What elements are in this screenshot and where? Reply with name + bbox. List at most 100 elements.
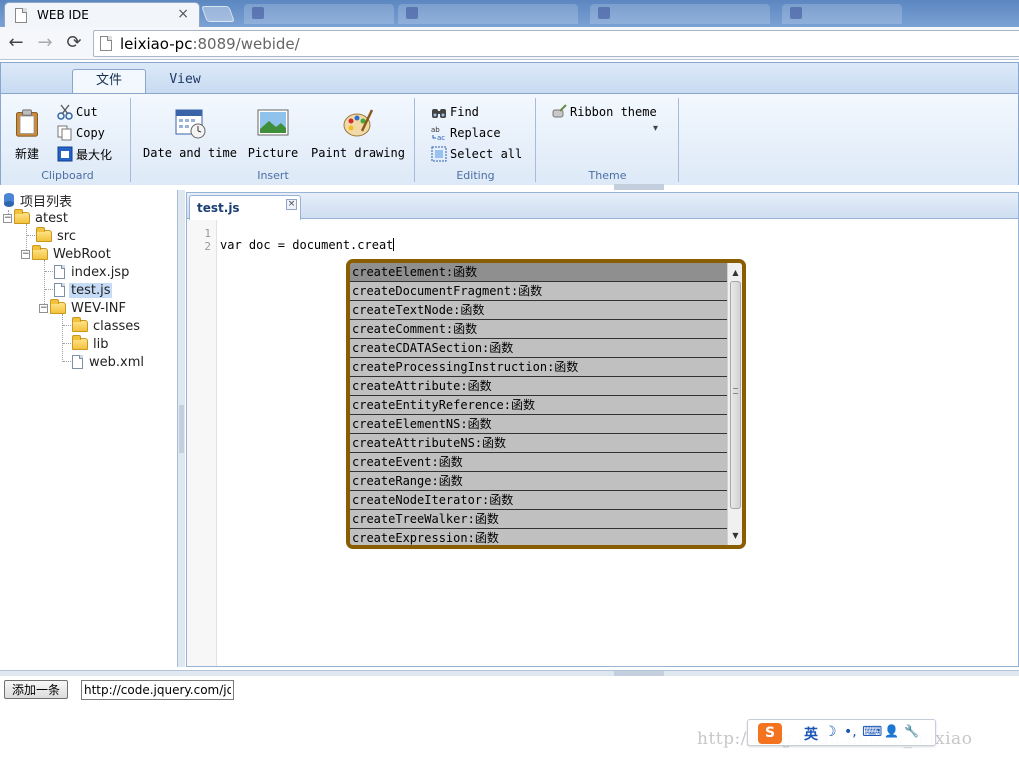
autocomplete-item[interactable]: createNodeIterator:函数 xyxy=(350,491,727,510)
chevron-down-icon[interactable]: ▾ xyxy=(653,123,658,134)
ribbon-group-label: Theme xyxy=(588,169,627,182)
panel-splitter[interactable] xyxy=(178,190,185,667)
autocomplete-item[interactable]: createAttribute:函数 xyxy=(350,377,727,396)
ribbon-theme-label: Ribbon theme xyxy=(570,105,657,119)
add-entry-button[interactable]: 添加一条 xyxy=(4,680,68,699)
browser-tab-background[interactable] xyxy=(398,4,578,24)
tree-root-label: 项目列表 xyxy=(20,194,73,210)
tree-node-classes[interactable]: classes xyxy=(72,317,142,335)
binoculars-icon xyxy=(432,109,446,118)
code-text: var doc = document.creat xyxy=(220,238,394,252)
ime-language-toggle[interactable]: 英 xyxy=(804,724,818,744)
ribbon-group-theme: Ribbon theme ▾ Theme xyxy=(537,98,679,182)
maximize-button[interactable]: 最大化 xyxy=(57,145,112,163)
forward-arrow-icon[interactable]: → xyxy=(34,32,56,54)
reload-icon[interactable]: ⟳ xyxy=(63,32,85,54)
new-button[interactable]: 新建 xyxy=(9,108,45,162)
text-caret xyxy=(393,238,395,251)
scrollbar-thumb[interactable] xyxy=(730,281,741,509)
database-icon xyxy=(4,193,14,207)
close-icon[interactable]: × xyxy=(286,199,297,210)
favicon-icon xyxy=(598,7,610,19)
tree-connector xyxy=(27,235,35,236)
autocomplete-item-selected[interactable]: createElement:函数 xyxy=(350,263,727,282)
browser-tab-background[interactable] xyxy=(590,4,770,24)
tree-node-label: lib xyxy=(93,336,109,352)
scroll-grip-icon xyxy=(733,388,738,394)
user-icon[interactable]: 👤 xyxy=(884,724,899,738)
moon-icon[interactable]: ☽ xyxy=(824,724,837,740)
ribbon-resize-handle[interactable] xyxy=(614,184,664,190)
autocomplete-item[interactable]: createComment:函数 xyxy=(350,320,727,339)
sogou-logo-icon[interactable]: S xyxy=(758,723,782,744)
browser-tab-background[interactable] xyxy=(782,4,902,24)
autocomplete-scrollbar[interactable]: ▲ ▼ xyxy=(727,263,742,545)
tree-node-label: src xyxy=(57,228,76,244)
divider-grip[interactable] xyxy=(614,671,664,676)
select-all-button[interactable]: Select all xyxy=(431,145,522,163)
autocomplete-item[interactable]: createProcessingInstruction:函数 xyxy=(350,358,727,377)
browser-tab-title: WEB IDE xyxy=(37,8,89,22)
bottom-divider[interactable] xyxy=(0,670,1019,676)
collapse-icon[interactable]: − xyxy=(21,249,30,259)
paint-drawing-button[interactable]: Paint drawing xyxy=(310,107,406,160)
autocomplete-item[interactable]: createTreeWalker:函数 xyxy=(350,510,727,529)
collapse-icon[interactable]: − xyxy=(39,303,48,313)
tree-node-label: WebRoot xyxy=(53,246,111,262)
splitter-grip[interactable] xyxy=(179,405,184,453)
browser-tab-close-icon[interactable]: × xyxy=(177,6,189,22)
tree-node-src[interactable]: src xyxy=(36,227,78,245)
address-bar[interactable]: leixiao-pc:8089/webide/ xyxy=(93,30,1019,57)
wrench-icon[interactable]: 🔧 xyxy=(904,724,919,738)
autocomplete-item[interactable]: createEvent:函数 xyxy=(350,453,727,472)
replace-button[interactable]: ab ac Replace xyxy=(431,124,501,142)
browser-tab-background[interactable] xyxy=(244,4,394,24)
ribbon-tab-file[interactable]: 文件 xyxy=(72,69,146,93)
favicon-icon xyxy=(406,7,418,19)
back-arrow-icon[interactable]: ← xyxy=(5,32,27,54)
keyboard-icon[interactable]: ⌨ xyxy=(862,724,882,740)
find-label: Find xyxy=(450,105,479,119)
file-icon xyxy=(72,355,83,369)
url-text: leixiao-pc:8089/webide/ xyxy=(120,35,300,53)
scroll-up-icon[interactable]: ▲ xyxy=(728,265,742,280)
editor-tab-test-js[interactable]: test.js × xyxy=(189,195,301,220)
ribbon-group-insert: Date and time Picture Paint drawing Inse… xyxy=(132,98,415,182)
picture-button[interactable]: Picture xyxy=(246,107,300,160)
cut-button[interactable]: Cut xyxy=(57,103,98,121)
page-icon xyxy=(100,36,112,51)
autocomplete-item[interactable]: createEntityReference:函数 xyxy=(350,396,727,415)
autocomplete-item[interactable]: createCDATASection:函数 xyxy=(350,339,727,358)
favicon-icon xyxy=(252,7,264,19)
autocomplete-item[interactable]: createDocumentFragment:函数 xyxy=(350,282,727,301)
tree-node-test-js[interactable]: test.js xyxy=(54,281,113,299)
autocomplete-item[interactable]: createAttributeNS:函数 xyxy=(350,434,727,453)
tree-node-atest[interactable]: − atest xyxy=(3,209,70,227)
browser-tab-web-ide[interactable]: WEB IDE × xyxy=(4,2,200,27)
autocomplete-popup: createElement:函数 createDocumentFragment:… xyxy=(346,259,746,549)
collapse-icon[interactable]: − xyxy=(3,213,12,223)
scroll-down-icon[interactable]: ▼ xyxy=(728,528,742,543)
punctuation-icon[interactable]: •, xyxy=(844,724,857,740)
tree-node-lib[interactable]: lib xyxy=(72,335,110,353)
tree-root-project-list[interactable]: 项目列表 xyxy=(2,191,74,210)
url-input[interactable] xyxy=(81,680,234,700)
tree-node-label: classes xyxy=(93,318,141,334)
copy-button[interactable]: Copy xyxy=(57,124,105,142)
autocomplete-item[interactable]: createExpression:函数 xyxy=(350,529,727,545)
tree-node-webroot[interactable]: − WebRoot xyxy=(21,245,113,263)
ribbon-group-clipboard: 新建 Cut Copy 最大化 Clipboard xyxy=(5,98,131,182)
replace-icon: abac xyxy=(431,126,445,141)
autocomplete-item[interactable]: createTextNode:函数 xyxy=(350,301,727,320)
ribbon-theme-dropdown[interactable]: Ribbon theme xyxy=(551,103,657,121)
ribbon-tab-view[interactable]: View xyxy=(148,69,222,93)
tree-node-wev-inf[interactable]: − WEV-INF xyxy=(39,299,128,317)
date-time-button[interactable]: Date and time xyxy=(142,107,238,160)
new-tab-button[interactable] xyxy=(201,6,235,22)
browser-toolbar: ← → ⟳ leixiao-pc:8089/webide/ xyxy=(0,27,1019,60)
autocomplete-item[interactable]: createElementNS:函数 xyxy=(350,415,727,434)
tree-node-web-xml[interactable]: web.xml xyxy=(72,353,146,371)
find-button[interactable]: Find xyxy=(431,103,479,121)
autocomplete-item[interactable]: createRange:函数 xyxy=(350,472,727,491)
tree-node-index-jsp[interactable]: index.jsp xyxy=(54,263,131,281)
